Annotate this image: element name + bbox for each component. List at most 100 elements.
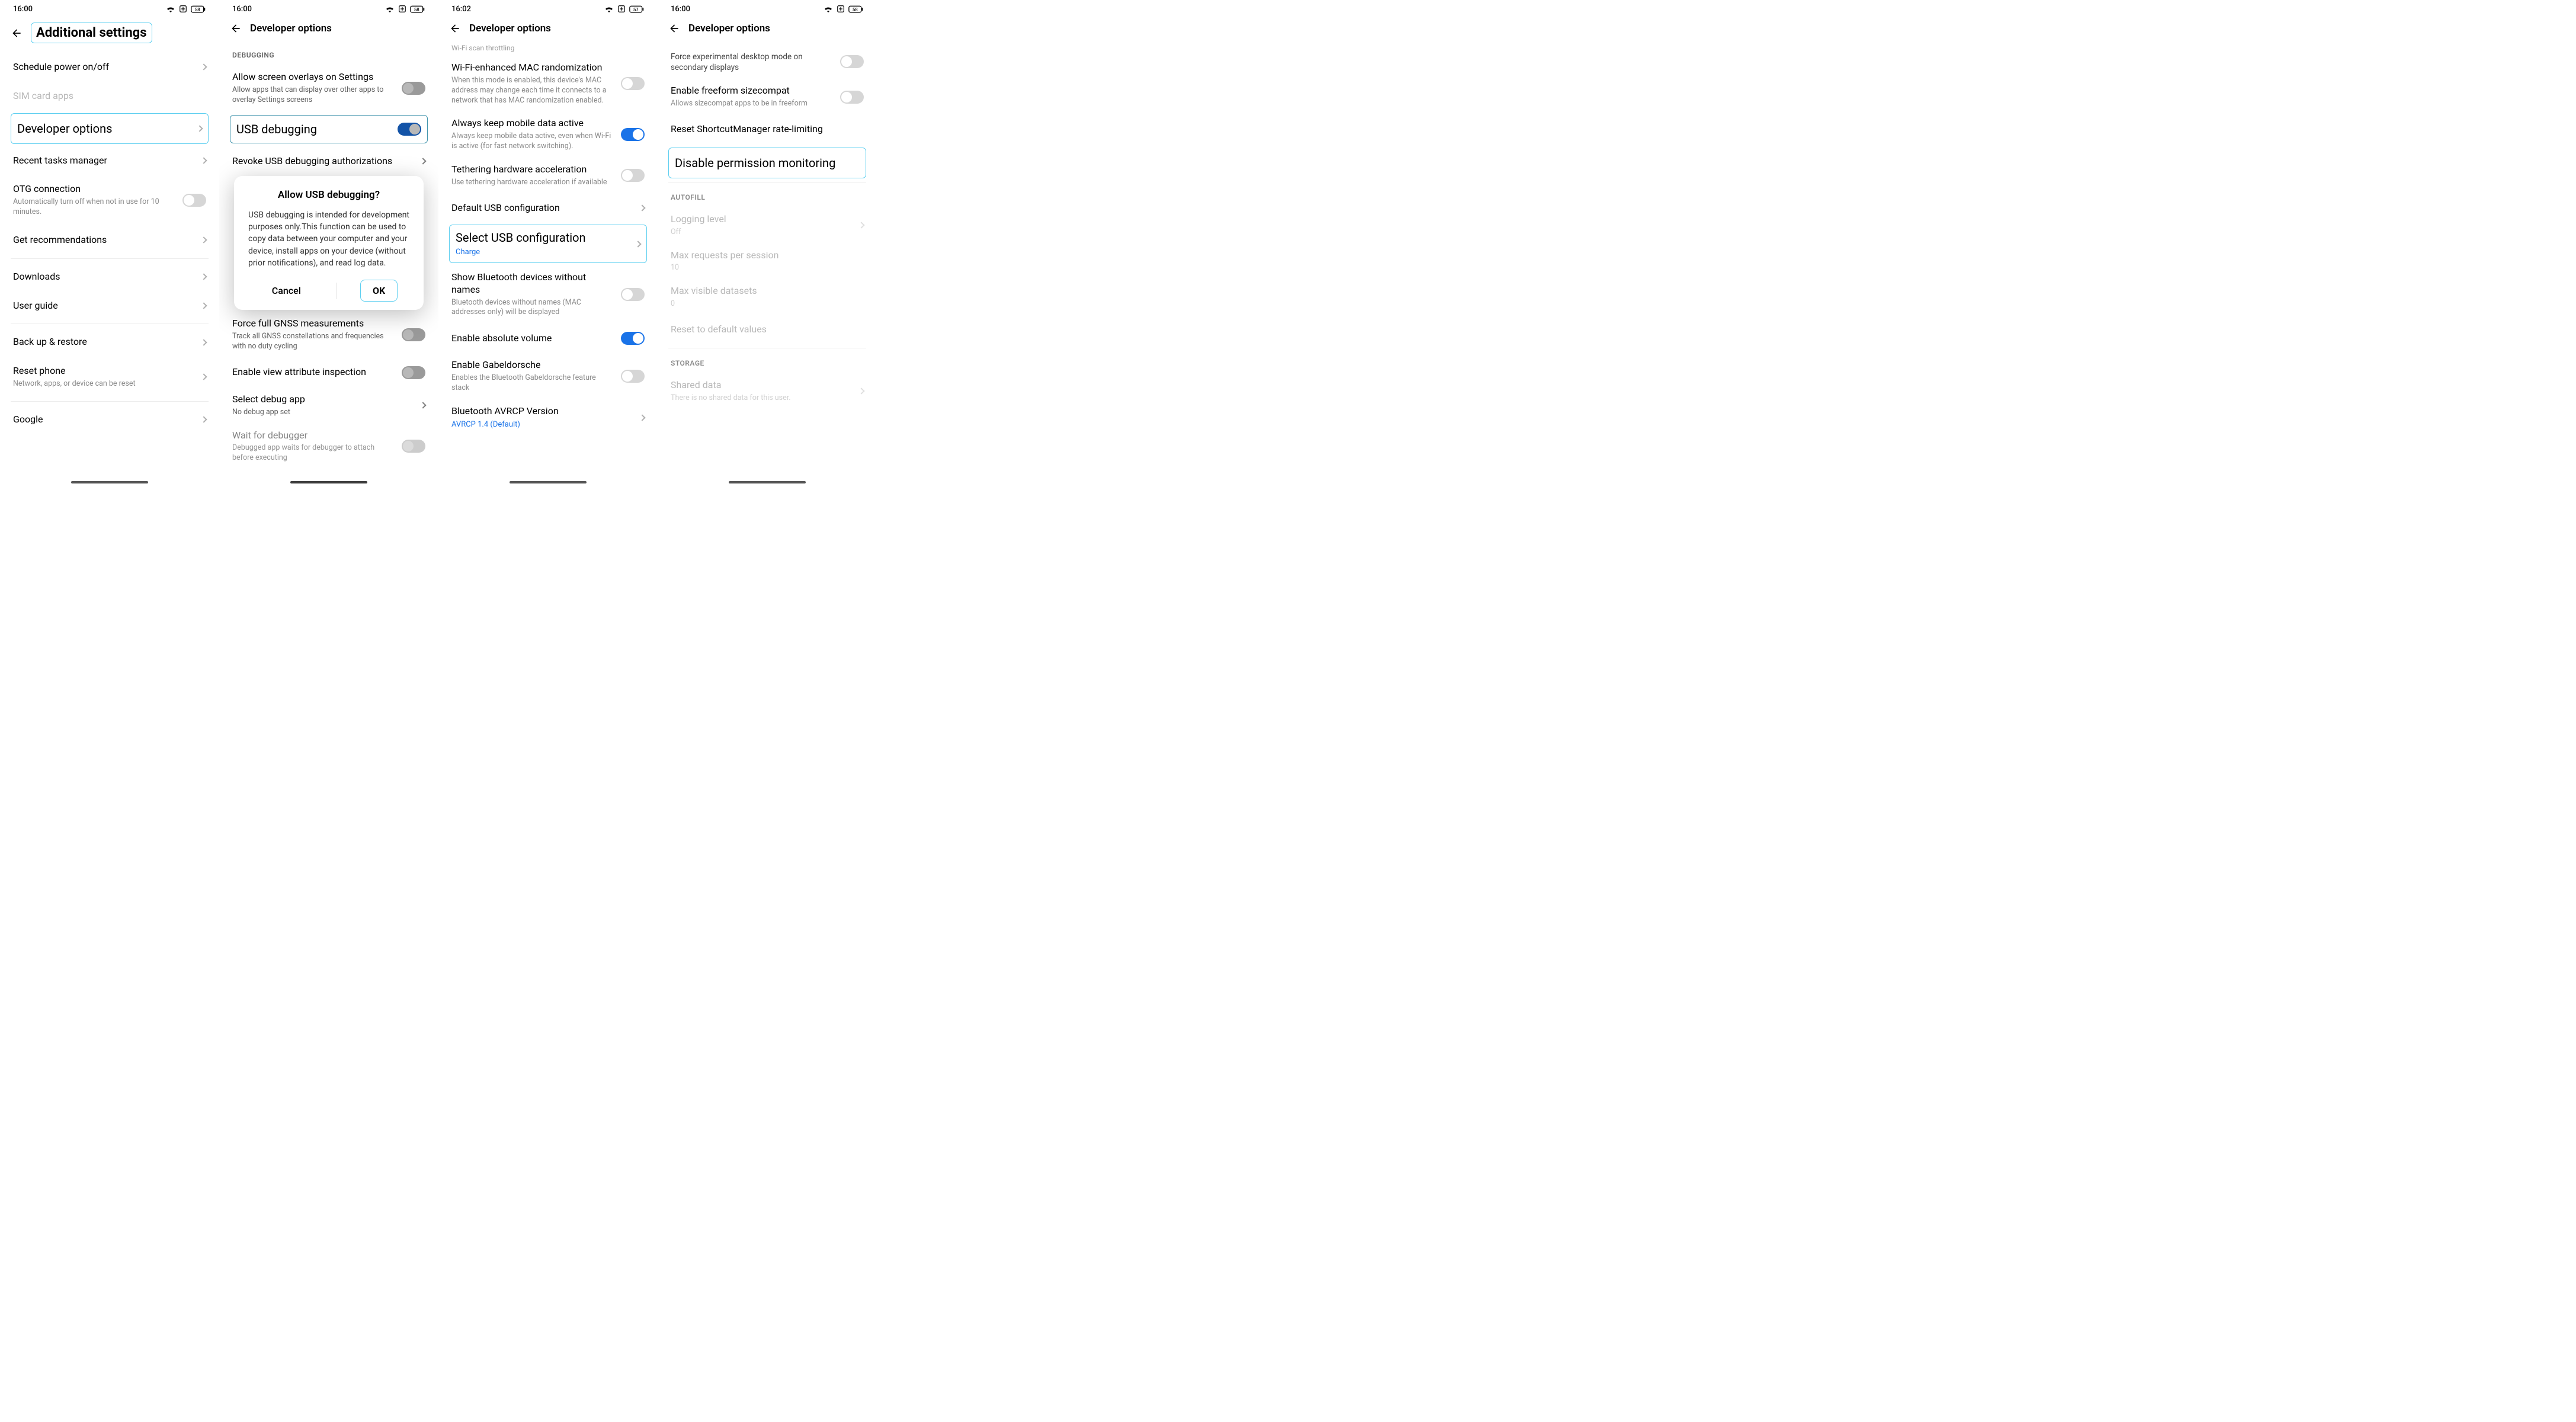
row-label: Downloads [13,271,196,283]
row-backup[interactable]: Back up & restore [11,328,209,357]
row-label: Max visible datasets [671,285,864,297]
svg-text:57: 57 [633,7,639,12]
row-label: Reset to default values [671,324,864,336]
back-icon[interactable] [449,23,461,34]
row-sublabel: Always keep mobile data active, even whe… [451,132,615,152]
nav-handle[interactable] [290,481,367,483]
cancel-button[interactable]: Cancel [260,280,313,301]
chevron-right-icon [200,302,207,309]
row-disable-permission[interactable]: Disable permission monitoring [668,148,866,178]
row-sublabel: Debugged app waits for debugger to attac… [232,443,396,463]
row-sublabel: Network, apps, or device can be reset [13,379,196,389]
status-time: 16:00 [671,5,690,14]
toggle-gabeldorsche[interactable] [621,370,645,383]
row-sublabel: Use tethering hardware acceleration if a… [451,178,615,188]
status-time: 16:00 [13,5,33,14]
section-debugging: DEBUGGING [230,44,428,65]
battery-saver-icon [179,5,187,13]
row-wait-debugger: Wait for debuggerDebugged app waits for … [230,424,428,470]
chevron-right-icon [639,414,645,421]
row-reset-phone[interactable]: Reset phone Network, apps, or device can … [11,357,209,398]
chevron-right-icon [200,157,207,164]
toggle-mobile-data[interactable] [621,128,645,141]
row-mac-randomization[interactable]: Wi-Fi-enhanced MAC randomizationWhen thi… [449,56,647,111]
row-gabeldorsche[interactable]: Enable GabeldorscheEnables the Bluetooth… [449,353,647,399]
chevron-right-icon [858,387,864,394]
row-select-debug-app[interactable]: Select debug appNo debug app set [230,387,428,424]
row-label: Wait for debugger [232,430,396,442]
toggle-bt-noname[interactable] [621,288,645,301]
chevron-right-icon [639,204,645,211]
divider [11,258,209,259]
row-avrcp[interactable]: Bluetooth AVRCP VersionAVRCP 1.4 (Defaul… [449,399,647,435]
toggle-usb-debugging[interactable] [398,123,421,136]
toggle-mac-rand[interactable] [621,77,645,90]
row-tethering-accel[interactable]: Tethering hardware acceleration Use tethe… [449,158,647,194]
battery-saver-icon [398,5,406,13]
toggle-overlays[interactable] [402,82,425,95]
row-sublabel: When this mode is enabled, this device's… [451,76,615,106]
row-mobile-data-active[interactable]: Always keep mobile data active Always kee… [449,111,647,158]
nav-handle[interactable] [729,481,806,483]
row-label: Tethering hardware acceleration [451,164,615,176]
row-developer-options[interactable]: Developer options [11,113,209,144]
ok-button[interactable]: OK [360,280,398,302]
row-otg[interactable]: OTG connectionAutomatically turn off whe… [11,175,209,226]
row-view-attr[interactable]: Enable view attribute inspection [230,358,428,387]
status-bar: 16:02 57 [438,0,658,18]
row-user-guide[interactable]: User guide [11,292,209,321]
wifi-icon [166,5,175,12]
row-desktop-mode[interactable]: Force experimental desktop mode on secon… [668,44,866,79]
row-revoke-usb[interactable]: Revoke USB debugging authorizations [230,147,428,176]
page-header: Developer options [658,18,877,44]
row-schedule-power[interactable]: Schedule power on/off [11,53,209,82]
toggle-abs-volume[interactable] [621,332,645,345]
chevron-right-icon [858,222,864,229]
battery-icon: 57 [629,5,645,13]
row-reset-shortcut[interactable]: Reset ShortcutManager rate-limiting [668,115,866,144]
row-sublabel: No debug app set [232,408,415,418]
toggle-desktop-mode[interactable] [840,55,864,68]
chevron-right-icon [196,125,203,132]
row-usb-debugging[interactable]: USB debugging [230,115,428,143]
row-sublabel: Off [671,228,853,238]
row-freeform[interactable]: Enable freeform sizecompatAllows sizecom… [668,79,866,115]
row-sublabel: AVRCP 1.4 (Default) [451,419,634,430]
row-absolute-volume[interactable]: Enable absolute volume [449,324,647,353]
nav-handle[interactable] [71,481,148,483]
back-icon[interactable] [11,27,23,39]
back-icon[interactable] [230,23,242,34]
row-label: Disable permission monitoring [675,155,860,171]
toggle-tethering[interactable] [621,169,645,182]
row-sublabel: Automatically turn off when not in use f… [13,197,177,217]
row-downloads[interactable]: Downloads [11,262,209,292]
toggle-freeform[interactable] [840,91,864,104]
page-header: Additional settings [0,18,219,53]
toggle-gnss[interactable] [402,328,425,341]
row-google[interactable]: Google [11,405,209,434]
svg-text:58: 58 [195,7,200,12]
row-label: Back up & restore [13,336,196,348]
back-icon[interactable] [668,23,680,34]
toggle-otg[interactable] [182,194,206,207]
row-sim-apps[interactable]: SIM card apps [11,82,209,111]
nav-handle[interactable] [510,481,587,483]
row-label: Shared data [671,379,853,392]
row-label: Select USB configuration [456,230,630,245]
row-recommendations[interactable]: Get recommendations [11,226,209,255]
battery-icon: 58 [410,5,425,13]
divider [336,283,337,299]
row-recent-tasks[interactable]: Recent tasks manager [11,146,209,175]
row-label: Reset phone [13,365,196,377]
row-screen-overlays[interactable]: Allow screen overlays on SettingsAllow a… [230,65,428,111]
row-default-usb[interactable]: Default USB configuration [449,194,647,223]
svg-text:58: 58 [414,7,419,12]
row-bt-noname[interactable]: Show Bluetooth devices without namesBlue… [449,265,647,324]
toggle-view-attr[interactable] [402,366,425,379]
row-gnss[interactable]: Force full GNSS measurementsTrack all GN… [230,312,428,358]
row-label: Always keep mobile data active [451,117,615,130]
row-select-usb-config[interactable]: Select USB configurationCharge [449,225,647,263]
status-time: 16:02 [451,5,471,14]
chevron-right-icon [419,402,426,409]
row-label: Reset ShortcutManager rate-limiting [671,123,864,136]
